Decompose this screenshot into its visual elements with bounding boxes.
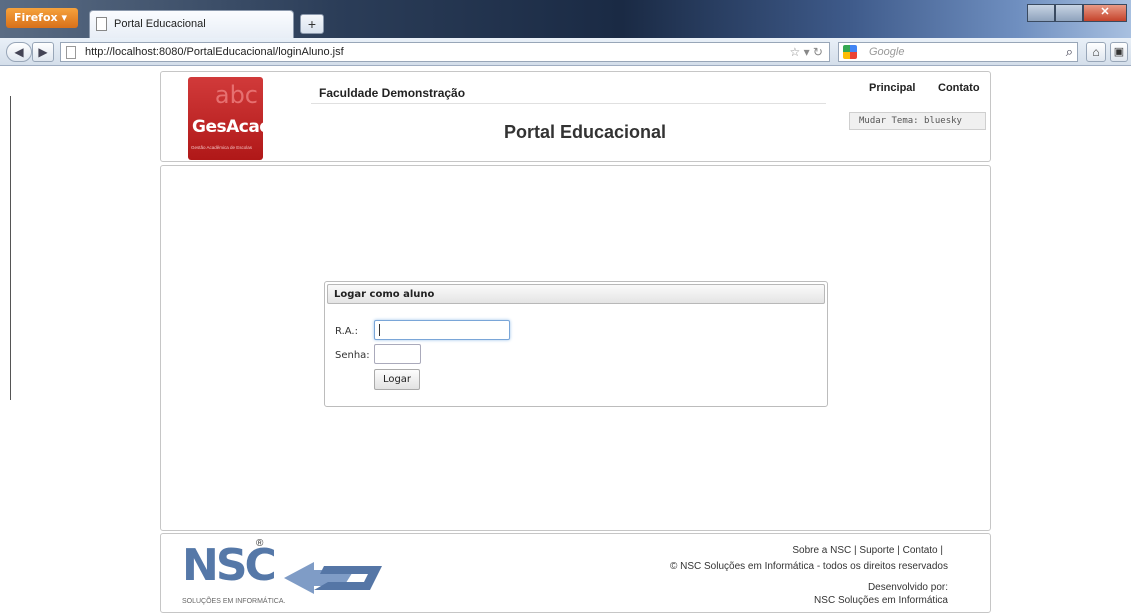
text-cursor-line — [10, 96, 11, 400]
ra-input[interactable] — [374, 320, 510, 340]
firefox-menu-label: Firefox — [14, 11, 58, 24]
registered-mark: ® — [256, 538, 264, 549]
browser-navbar: ◀ ▶ http://localhost:8080/PortalEducacio… — [0, 38, 1131, 66]
bookmark-star-icon[interactable]: ☆ ▾ ↻ — [789, 45, 823, 59]
nsc-logo-subtitle: SOLUÇÕES EM INFORMÁTICA. — [182, 598, 286, 605]
search-placeholder: Google — [869, 46, 905, 58]
back-icon[interactable]: ◀ — [6, 42, 32, 62]
page-icon — [66, 46, 76, 59]
college-name: Faculdade Demonstração — [319, 86, 466, 100]
ra-label: R.A.: — [335, 326, 358, 337]
site-footer: NSC ® SOLUÇÕES EM INFORMÁTICA. Sobre a N… — [160, 533, 991, 613]
new-tab-button[interactable]: + — [300, 14, 324, 34]
page-icon — [96, 17, 107, 31]
login-button[interactable]: Logar — [374, 369, 420, 390]
url-bar[interactable]: http://localhost:8080/PortalEducacional/… — [60, 42, 830, 62]
home-icon[interactable]: ⌂ — [1086, 42, 1106, 62]
search-bar[interactable]: Google ⌕ — [838, 42, 1078, 62]
site-header: abc GesAcad Gestão Acadêmica de Escolas … — [160, 71, 991, 162]
browser-tab[interactable]: Portal Educacional — [89, 10, 294, 38]
url-text: http://localhost:8080/PortalEducacional/… — [85, 46, 344, 58]
footer-dev-name: NSC Soluções em Informática — [814, 595, 948, 606]
gesacad-logo[interactable]: abc GesAcad Gestão Acadêmica de Escolas — [188, 77, 263, 160]
footer-dev-label: Desenvolvido por: — [867, 582, 948, 593]
logo-letters: abc — [214, 81, 258, 109]
page-title: Portal Educacional — [504, 122, 667, 142]
theme-selector[interactable]: Mudar Tema: bluesky — [849, 112, 986, 130]
maximize-icon[interactable] — [1055, 4, 1083, 22]
text-caret — [379, 324, 380, 336]
forward-icon[interactable]: ▶ — [32, 42, 54, 62]
minimize-icon[interactable] — [1027, 4, 1055, 22]
tab-title: Portal Educacional — [114, 18, 206, 30]
logo-name: GesAcad — [192, 117, 263, 137]
extension-icon[interactable]: ▣ — [1110, 42, 1128, 62]
window-controls: ✕ — [1027, 4, 1127, 24]
header-divider — [311, 103, 826, 104]
nav-link-principal[interactable]: Principal — [869, 82, 915, 94]
browser-titlebar: Firefox ▾ Portal Educacional + ✕ — [0, 0, 1131, 38]
search-icon[interactable]: ⌕ — [1066, 44, 1073, 60]
password-input[interactable] — [374, 344, 421, 364]
footer-copyright: © NSC Soluções em Informática - todos os… — [669, 561, 948, 572]
login-panel: Logar como aluno R.A.: Senha: Logar — [324, 281, 828, 407]
password-label: Senha: — [335, 350, 370, 361]
nsc-arrow-icon — [284, 562, 382, 594]
logo-subtitle: Gestão Acadêmica de Escolas — [191, 145, 253, 150]
login-panel-title: Logar como aluno — [327, 284, 825, 304]
google-icon[interactable] — [843, 45, 857, 59]
footer-links[interactable]: Sobre a NSC | Suporte | Contato | — [792, 545, 943, 556]
firefox-menu-button[interactable]: Firefox ▾ — [6, 8, 78, 28]
nsc-logo[interactable]: NSC ® SOLUÇÕES EM INFORMÁTICA. — [181, 538, 391, 610]
nav-link-contato[interactable]: Contato — [938, 82, 980, 94]
close-icon[interactable]: ✕ — [1083, 4, 1127, 22]
